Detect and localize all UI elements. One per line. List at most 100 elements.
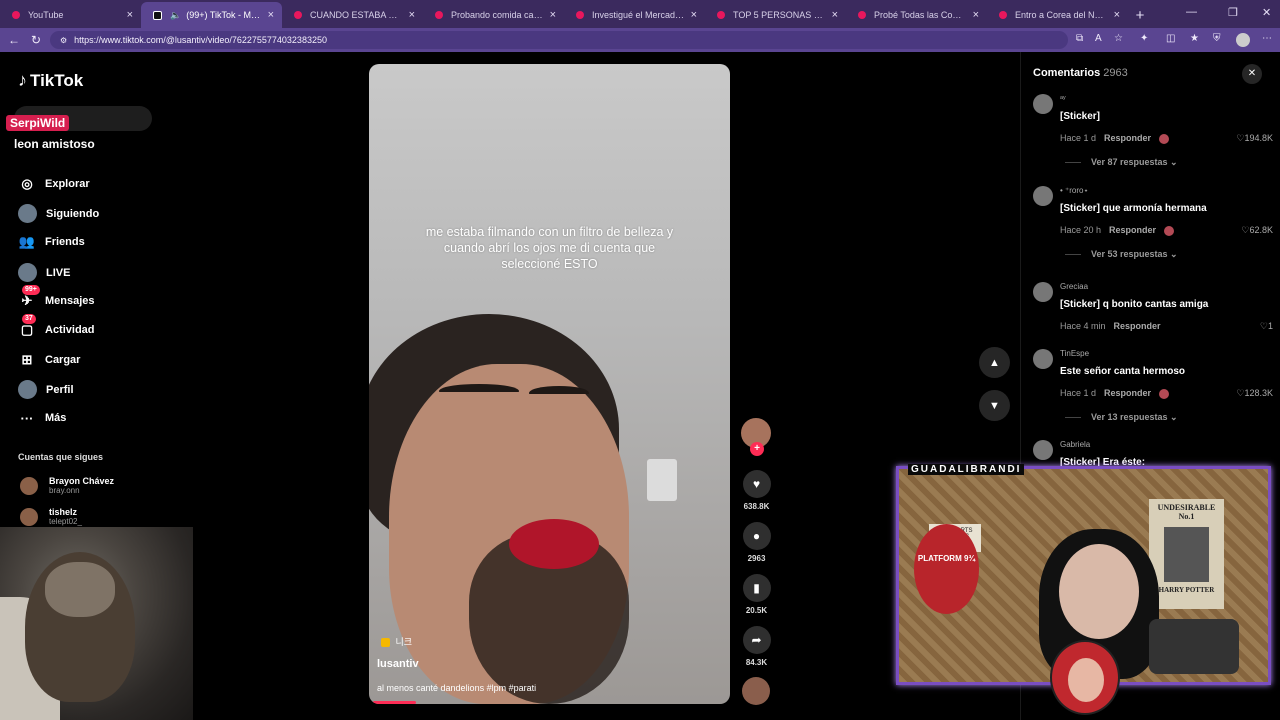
shield-icon[interactable]: ⛨ bbox=[1213, 33, 1221, 44]
close-tab-icon[interactable]: × bbox=[127, 9, 133, 21]
close-tab-icon[interactable]: × bbox=[1114, 9, 1120, 21]
share-button[interactable]: ➦ 84.3K bbox=[741, 626, 772, 667]
comment-username[interactable]: Gabriela bbox=[1060, 440, 1090, 449]
save-button[interactable]: ▮ 20.5K bbox=[741, 574, 772, 615]
reload-icon[interactable]: ↻ bbox=[24, 33, 48, 47]
sidebar-item-friends[interactable]: 👥 Friends bbox=[18, 233, 85, 251]
close-tab-icon[interactable]: × bbox=[550, 9, 556, 21]
comment-text: [Sticker] bbox=[1060, 111, 1101, 122]
profile-avatar[interactable] bbox=[1236, 33, 1250, 47]
browser-tab[interactable]: Probando comida callejera er × bbox=[423, 2, 564, 28]
comment-username[interactable]: TinEspe bbox=[1060, 349, 1089, 358]
extensions-icon[interactable]: ✦ bbox=[1140, 33, 1148, 44]
sticker-tag[interactable]: 니크 bbox=[381, 635, 412, 648]
browser-tab[interactable]: TOP 5 PERSONAS DESINFOR × bbox=[705, 2, 846, 28]
sidebar-item-actividad[interactable]: ▢ 37 Actividad bbox=[18, 314, 95, 339]
video-progress-bar[interactable] bbox=[373, 701, 416, 704]
follow-plus-button[interactable]: + bbox=[750, 442, 764, 456]
commenter-avatar[interactable] bbox=[1033, 282, 1053, 302]
music-disc-avatar[interactable] bbox=[742, 677, 770, 705]
share-count: 84.3K bbox=[745, 658, 768, 667]
menu-icon[interactable]: ⋯ bbox=[1262, 33, 1272, 44]
comment-count: 2963 bbox=[747, 554, 766, 563]
close-comments-button[interactable]: ✕ bbox=[1242, 64, 1262, 84]
chevron-down-icon: ▼ bbox=[989, 399, 1000, 412]
sidebar-item-cargar[interactable]: ⊞ Cargar bbox=[18, 351, 81, 369]
tab-title: Investigué el Mercado de Ar bbox=[592, 10, 685, 20]
restore-icon[interactable]: ❐ bbox=[1228, 6, 1238, 19]
browser-tab[interactable]: YouTube × bbox=[0, 2, 141, 28]
close-window-icon[interactable]: ✕ bbox=[1262, 6, 1271, 19]
comment-meta: Hace 1 d Responder bbox=[1060, 388, 1170, 399]
url-bar[interactable]: ⚙ https://www.tiktok.com/@lusantiv/video… bbox=[50, 31, 1068, 49]
app-install-icon[interactable]: ⧉ bbox=[1076, 33, 1083, 44]
commenter-avatar[interactable] bbox=[1033, 186, 1053, 206]
sidebar-item-explorar[interactable]: ◎ Explorar bbox=[18, 175, 90, 193]
comment-username[interactable]: ᵃʸ bbox=[1060, 94, 1066, 103]
view-replies-button[interactable]: Ver 87 respuestas ⌄ bbox=[1065, 157, 1178, 168]
sidebar-item-perfil[interactable]: Perfil bbox=[18, 380, 74, 399]
sidebar-item-mensajes[interactable]: ✈ 99+ Mensajes bbox=[18, 285, 95, 310]
tiktok-logo[interactable]: ♪ TikTok bbox=[18, 70, 83, 91]
translate-icon[interactable]: A bbox=[1095, 33, 1102, 44]
browser-tab[interactable]: CUANDO ESTABA VIVA a NA × bbox=[282, 2, 423, 28]
close-tab-icon[interactable]: × bbox=[409, 9, 415, 21]
sidebar-item-siguiendo[interactable]: Siguiendo bbox=[18, 204, 99, 223]
site-info-icon[interactable]: ⚙ bbox=[60, 36, 67, 45]
comment-icon: ● bbox=[742, 522, 771, 550]
tab-title: Probé Todas las Comidas XX bbox=[874, 10, 967, 20]
next-video-button[interactable]: ▼ bbox=[979, 390, 1010, 421]
creator-liked-icon bbox=[1164, 225, 1175, 236]
video-player[interactable]: me estaba filmando con un filtro de bell… bbox=[369, 64, 730, 704]
sidebar-item-live[interactable]: LIVE bbox=[18, 263, 70, 282]
close-tab-icon[interactable]: × bbox=[691, 9, 697, 21]
browser-tab[interactable]: Entro a Corea del Norte - Yo × bbox=[987, 2, 1128, 28]
sidebar-item-ms[interactable]: ··· Más bbox=[18, 409, 67, 427]
split-view-icon[interactable]: ◫ bbox=[1166, 33, 1175, 44]
previous-video-button[interactable]: ▲ bbox=[979, 347, 1010, 378]
comment-like-button[interactable]: ♡1 bbox=[1260, 321, 1273, 332]
speaker-icon[interactable]: 🔈 bbox=[170, 10, 181, 21]
view-replies-button[interactable]: Ver 53 respuestas ⌄ bbox=[1065, 249, 1178, 260]
browser-tab[interactable]: Probé Todas las Comidas XX × bbox=[846, 2, 987, 28]
sidebar-item-label: Explorar bbox=[45, 178, 90, 190]
comment-like-button[interactable]: ♡128.3K bbox=[1236, 388, 1273, 399]
reply-button[interactable]: Responder bbox=[1104, 133, 1151, 143]
commenter-avatar[interactable] bbox=[1033, 440, 1053, 460]
comment-like-button[interactable]: ♡62.8K bbox=[1241, 225, 1273, 236]
comment-text: [Sticker] que armonía hermana bbox=[1060, 203, 1207, 214]
comment-button[interactable]: ● 2963 bbox=[741, 522, 772, 563]
bookmark-star-icon[interactable]: ☆ bbox=[1114, 33, 1123, 44]
comment-username[interactable]: • ⁺roro⋆ bbox=[1060, 186, 1088, 195]
new-tab-button[interactable]: + bbox=[1128, 2, 1152, 28]
following-account[interactable]: Brayon Chávez bray.onn bbox=[20, 476, 114, 495]
close-tab-icon[interactable]: × bbox=[973, 9, 979, 21]
close-tab-icon[interactable]: × bbox=[268, 9, 274, 21]
following-account[interactable]: tishelz telept02_ bbox=[20, 507, 82, 526]
reply-button[interactable]: Responder bbox=[1114, 321, 1161, 331]
back-icon[interactable]: ← bbox=[2, 33, 26, 47]
wanted-poster: UNDESIRABLE No.1 HARRY POTTER bbox=[1149, 499, 1224, 609]
creator-liked-icon bbox=[1159, 388, 1170, 399]
browser-tab[interactable]: 🔈 (99+) TikTok - Make Your × bbox=[141, 2, 282, 28]
comment-text: Este señor canta hermoso bbox=[1060, 366, 1186, 377]
streamer-chat-badge: SerpiWild bbox=[6, 115, 70, 131]
tiktok-favicon-icon bbox=[153, 10, 162, 20]
reply-button[interactable]: Responder bbox=[1109, 225, 1156, 235]
close-tab-icon[interactable]: × bbox=[832, 9, 838, 21]
microphone bbox=[1149, 619, 1239, 674]
minimize-icon[interactable]: — bbox=[1186, 6, 1197, 18]
commenter-avatar[interactable] bbox=[1033, 94, 1053, 114]
video-author[interactable]: lusantiv bbox=[377, 658, 419, 670]
like-button[interactable]: ♥ 638.8K bbox=[741, 470, 772, 511]
sidebar-item-label: Más bbox=[45, 412, 67, 424]
favorites-icon[interactable]: ★ bbox=[1190, 33, 1199, 44]
comment-username[interactable]: Greciaa bbox=[1060, 282, 1088, 291]
comment-like-button[interactable]: ♡194.8K bbox=[1236, 133, 1273, 144]
view-replies-button[interactable]: Ver 13 respuestas ⌄ bbox=[1065, 412, 1178, 423]
reply-button[interactable]: Responder bbox=[1104, 388, 1151, 398]
commenter-avatar[interactable] bbox=[1033, 349, 1053, 369]
sidebar-item-label: Siguiendo bbox=[46, 207, 100, 220]
browser-tab[interactable]: Investigué el Mercado de Ar × bbox=[564, 2, 705, 28]
following-avatar-icon bbox=[18, 204, 37, 223]
